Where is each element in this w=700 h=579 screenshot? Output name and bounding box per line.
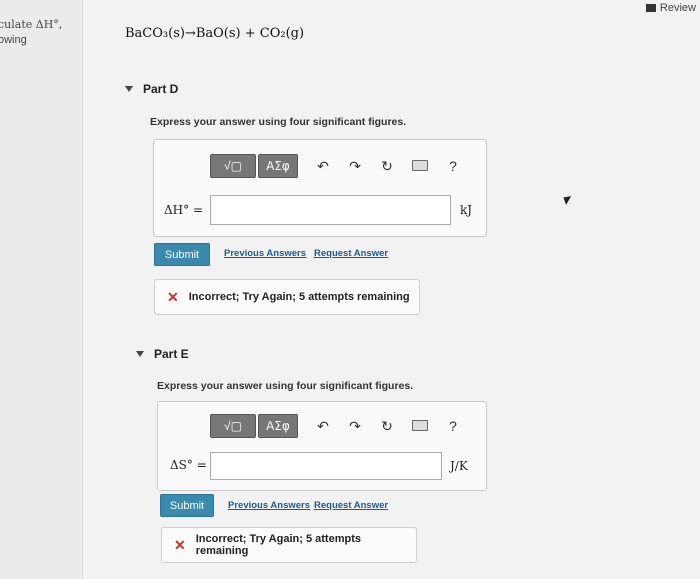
review-label: Review: [659, 2, 696, 14]
part-e-unit: J/K: [450, 459, 468, 473]
part-e-title: Part E: [154, 347, 189, 361]
reset-icon[interactable]: ↻: [380, 158, 394, 175]
part-e-answer-input[interactable]: [210, 452, 442, 480]
left-panel-line2: owing: [0, 34, 27, 46]
part-d-math-toolbar: √▢ ΑΣφ ↶ ↷ ↻ ?: [210, 153, 460, 179]
reaction-equation: BaCO₃(s)→BaO(s) + CO₂(g): [125, 26, 305, 41]
part-d-title: Part D: [143, 82, 179, 96]
part-e-answer-box: √▢ ΑΣφ ↶ ↷ ↻ ? ΔS° = J/K: [157, 401, 487, 491]
review-link[interactable]: Review: [645, 2, 696, 14]
left-panel: culate ΔH°, owing: [0, 0, 83, 579]
part-d-instruction: Express your answer using four significa…: [150, 116, 407, 128]
greek-symbols-button[interactable]: ΑΣφ: [258, 414, 298, 438]
redo-icon[interactable]: ↷: [348, 418, 362, 435]
templates-button[interactable]: √▢: [210, 414, 256, 438]
part-d-header[interactable]: Part D: [125, 82, 178, 96]
part-e-header[interactable]: Part E: [136, 347, 189, 361]
keyboard-icon[interactable]: [412, 418, 428, 434]
undo-icon[interactable]: ↶: [316, 418, 330, 435]
greek-label: ΑΣφ: [266, 159, 290, 173]
part-e-feedback: ✕ Incorrect; Try Again; 5 attempts remai…: [161, 527, 417, 563]
reset-icon[interactable]: ↻: [380, 418, 394, 435]
part-d-previous-answers-link[interactable]: Previous Answers: [224, 248, 306, 259]
undo-icon[interactable]: ↶: [316, 158, 330, 175]
part-d-variable-label: ΔH° =: [164, 203, 203, 217]
part-e-submit-button[interactable]: Submit: [160, 494, 214, 517]
templates-label: √▢: [224, 159, 242, 173]
part-d-unit: kJ: [460, 203, 473, 217]
collapse-triangle-icon: [136, 351, 144, 357]
part-d-answer-box: √▢ ΑΣφ ↶ ↷ ↻ ? ΔH° = kJ: [153, 139, 487, 237]
part-e-instruction: Express your answer using four significa…: [157, 380, 414, 392]
part-d-feedback-text: Incorrect; Try Again; 5 attempts remaini…: [188, 291, 410, 303]
templates-button[interactable]: √▢: [210, 154, 256, 178]
mouse-cursor-icon: [560, 193, 572, 205]
part-e-feedback-text: Incorrect; Try Again; 5 attempts remaini…: [195, 533, 361, 557]
review-icon: [645, 4, 656, 12]
collapse-triangle-icon: [125, 86, 133, 92]
help-icon[interactable]: ?: [446, 418, 460, 434]
part-d-submit-button[interactable]: Submit: [154, 243, 210, 266]
help-icon[interactable]: ?: [446, 158, 460, 174]
greek-label: ΑΣφ: [266, 419, 290, 433]
part-d-answer-input[interactable]: [210, 195, 451, 225]
left-panel-line1: culate ΔH°,: [0, 18, 63, 31]
error-x-icon: ✕: [174, 536, 186, 553]
part-e-variable-label: ΔS° =: [170, 458, 207, 472]
redo-icon[interactable]: ↷: [348, 158, 362, 175]
greek-symbols-button[interactable]: ΑΣφ: [258, 154, 298, 178]
error-x-icon: ✕: [167, 288, 179, 305]
part-d-feedback: ✕ Incorrect; Try Again; 5 attempts remai…: [154, 279, 420, 315]
templates-label: √▢: [224, 419, 242, 433]
part-e-math-toolbar: √▢ ΑΣφ ↶ ↷ ↻ ?: [210, 413, 460, 439]
keyboard-icon[interactable]: [412, 158, 428, 174]
part-e-previous-answers-link[interactable]: Previous Answers: [228, 500, 310, 511]
part-d-request-answer-link[interactable]: Request Answer: [314, 248, 388, 259]
part-e-request-answer-link[interactable]: Request Answer: [314, 500, 388, 511]
